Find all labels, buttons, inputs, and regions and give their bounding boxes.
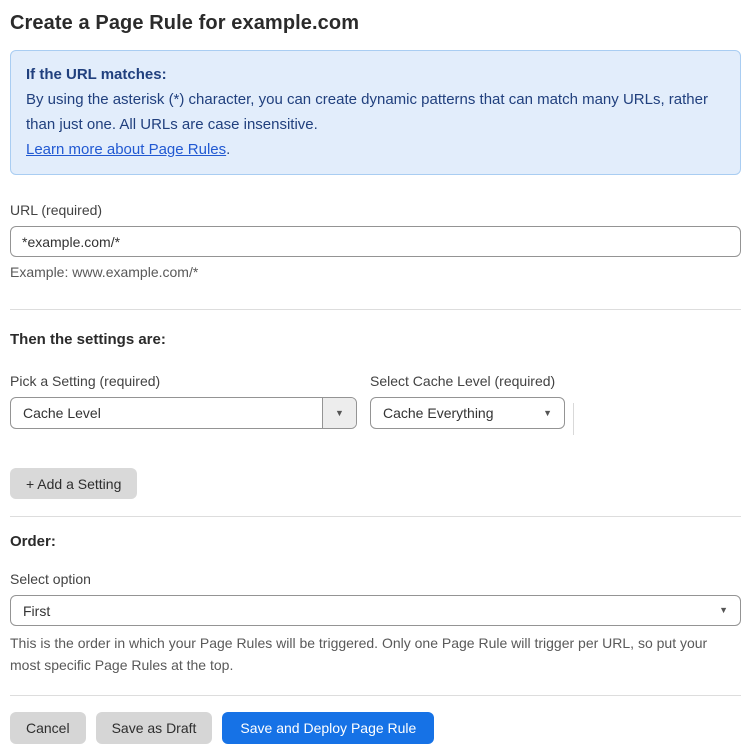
save-and-deploy-button[interactable]: Save and Deploy Page Rule — [222, 712, 435, 744]
info-box-link-line: Learn more about Page Rules. — [26, 137, 725, 162]
section-divider — [10, 695, 741, 696]
cache-level-value: Cache Everything — [383, 405, 494, 421]
section-divider — [10, 309, 741, 310]
setting-picker-field: Pick a Setting (required) Cache Level ▼ — [10, 373, 357, 429]
url-hint: Example: www.example.com/* — [10, 264, 199, 280]
caret-down-icon: ▼ — [543, 407, 552, 418]
save-as-draft-button[interactable]: Save as Draft — [95, 712, 213, 744]
setting-picker-arrow-box[interactable]: ▼ — [322, 398, 356, 428]
url-input[interactable] — [10, 226, 741, 257]
order-select-label: Select option — [10, 571, 91, 587]
info-box-heading: If the URL matches: — [26, 66, 167, 83]
url-match-info-box: If the URL matches: By using the asteris… — [10, 50, 741, 175]
page-title: Create a Page Rule for example.com — [10, 12, 360, 34]
cancel-button[interactable]: Cancel — [10, 712, 86, 744]
create-page-rule-form: Create a Page Rule for example.com If th… — [0, 0, 750, 744]
link-period: . — [226, 141, 231, 158]
setting-row-divider — [573, 403, 574, 435]
learn-more-link[interactable]: Learn more about Page Rules — [26, 141, 226, 158]
cache-level-select[interactable]: Cache Everything ▼ — [370, 397, 565, 429]
cache-level-field: Select Cache Level (required) Cache Ever… — [370, 373, 565, 429]
setting-picker-select[interactable]: Cache Level ▼ — [10, 397, 357, 429]
cache-level-label: Select Cache Level (required) — [370, 373, 556, 389]
order-section-heading: Order: — [10, 533, 56, 550]
settings-section-heading: Then the settings are: — [10, 331, 166, 348]
setting-picker-label: Pick a Setting (required) — [10, 373, 161, 389]
order-select[interactable]: First ▼ — [10, 595, 741, 626]
settings-row: Pick a Setting (required) Cache Level ▼ … — [10, 373, 741, 435]
order-hint: This is the order in which your Page Rul… — [10, 635, 708, 673]
caret-down-icon: ▼ — [719, 605, 728, 615]
url-label: URL (required) — [10, 202, 103, 218]
caret-down-icon: ▼ — [335, 407, 344, 418]
setting-picker-value: Cache Level — [23, 405, 101, 421]
info-box-body: By using the asterisk (*) character, you… — [26, 91, 708, 133]
section-divider — [10, 516, 741, 517]
order-select-value: First — [23, 602, 51, 619]
form-actions: Cancel Save as Draft Save and Deploy Pag… — [10, 712, 741, 744]
add-setting-button[interactable]: + Add a Setting — [10, 468, 138, 499]
